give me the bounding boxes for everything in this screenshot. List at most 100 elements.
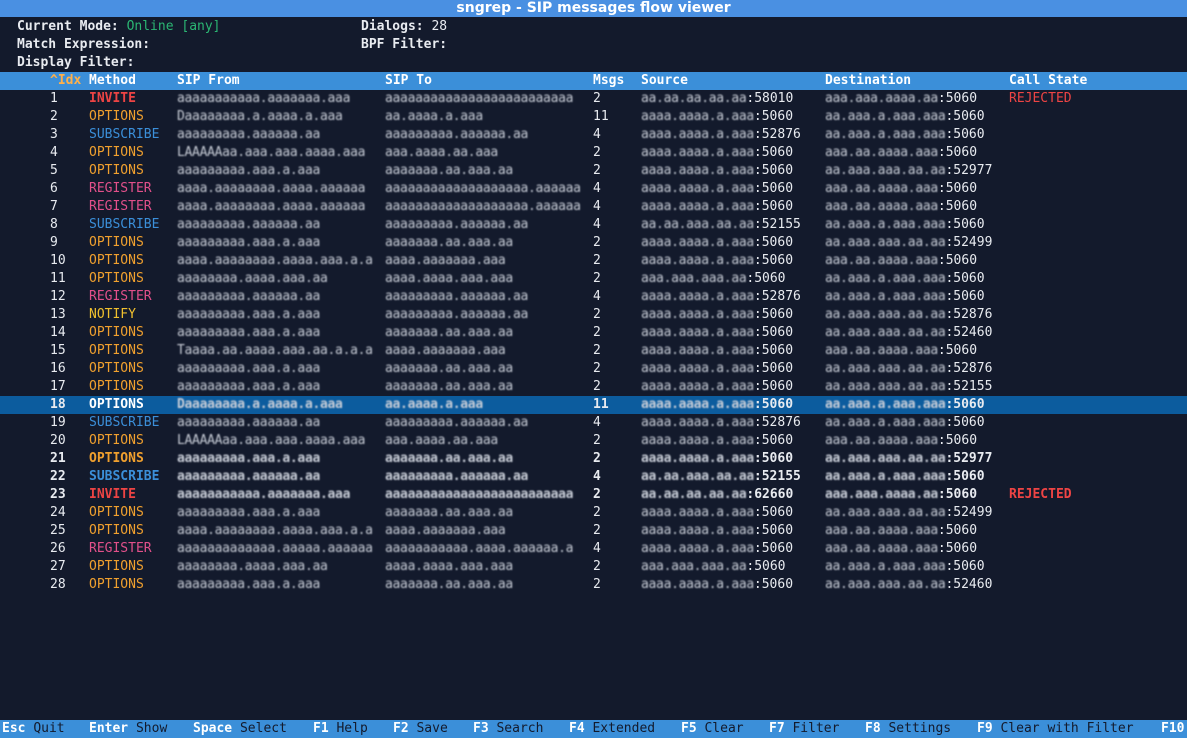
footer-key-f2[interactable]: F2 Save <box>393 720 448 738</box>
column-msgs[interactable]: Msgs <box>593 72 624 90</box>
dialog-row[interactable]: [ ]4OPTIONSLAAAAAaa.aaa.aaa.aaaa.aaaaaa.… <box>0 144 1187 162</box>
row-msgs: 2 <box>593 505 601 520</box>
row-sip-to: aaaaaaaaa.aaaaaa.aa <box>385 217 529 232</box>
footer-key-f4[interactable]: F4 Extended <box>569 720 655 738</box>
dialog-row[interactable]: [ ]14OPTIONSaaaaaaaaa.aaa.a.aaaaaaaaaa.a… <box>0 324 1187 342</box>
dialog-row[interactable]: [*]23INVITEaaaaaaaaaaa.aaaaaaa.aaaaaaaaa… <box>0 486 1187 504</box>
row-sip-to: aaaaaaa.aa.aaa.aa <box>385 361 513 376</box>
row-destination: aa.aaa.aaa.aa.aa:52977 <box>825 162 1007 180</box>
dialog-row[interactable]: [ ]2OPTIONSDaaaaaaaa.a.aaaa.a.aaaaa.aaaa… <box>0 108 1187 126</box>
dialog-row[interactable]: [*]18OPTIONSDaaaaaaaa.a.aaaa.a.aaaaa.aaa… <box>0 396 1187 414</box>
row-index: 26 <box>50 541 66 556</box>
dialog-row[interactable]: [ ]15OPTIONSTaaaa.aa.aaaa.aaa.aa.a.a.aaa… <box>0 342 1187 360</box>
row-source: aaaa.aaaa.a.aaa:5060 <box>641 144 823 162</box>
row-msgs: 2 <box>593 559 601 574</box>
dialog-row[interactable]: [ ]16OPTIONSaaaaaaaaa.aaa.a.aaaaaaaaaa.a… <box>0 360 1187 378</box>
footer-key-f7[interactable]: F7 Filter <box>769 720 839 738</box>
row-source: aa.aa.aaa.aa.aa:52155 <box>641 468 823 486</box>
row-source-ip: aa.aa.aaa.aa.aa <box>641 217 754 232</box>
dialog-row[interactable]: [ ]17OPTIONSaaaaaaaaa.aaa.a.aaaaaaaaaa.a… <box>0 378 1187 396</box>
row-source: aaa.aaa.aaa.aa:5060 <box>641 558 823 576</box>
dialog-row[interactable]: [*]22SUBSCRIBEaaaaaaaaa.aaaaaa.aaaaaaaaa… <box>0 468 1187 486</box>
row-msgs: 4 <box>593 181 601 196</box>
row-method: REGISTER <box>89 181 152 196</box>
row-source-port: :5060 <box>753 541 794 556</box>
row-source-port: :52876 <box>753 127 801 142</box>
column-sip-from[interactable]: SIP From <box>177 72 240 90</box>
column-method[interactable]: Method <box>89 72 136 90</box>
row-source-port: :5060 <box>753 199 794 214</box>
footer-key-f1[interactable]: F1 Help <box>313 720 368 738</box>
dialog-row[interactable]: [ ]19SUBSCRIBEaaaaaaaaa.aaaaaa.aaaaaaaaa… <box>0 414 1187 432</box>
dialog-row[interactable]: [ ]10OPTIONSaaaa.aaaaaaaa.aaaa.aaa.a.aaa… <box>0 252 1187 270</box>
row-source-port: :5060 <box>753 145 794 160</box>
dialog-row[interactable]: [ ]13NOTIFYaaaaaaaaa.aaa.a.aaaaaaaaaaaa.… <box>0 306 1187 324</box>
dialog-row[interactable]: [ ]7REGISTERaaaa.aaaaaaaa.aaaa.aaaaaaaaa… <box>0 198 1187 216</box>
dialog-row[interactable]: [ ]20OPTIONSLAAAAAaa.aaa.aaa.aaaa.aaaaaa… <box>0 432 1187 450</box>
row-source-ip: aaaa.aaaa.a.aaa <box>641 163 754 178</box>
footer-key-space[interactable]: Space Select <box>193 720 287 738</box>
row-destination: aaa.aa.aaaa.aaa:5060 <box>825 144 1007 162</box>
dialog-row[interactable]: [ ]8SUBSCRIBEaaaaaaaaa.aaaaaa.aaaaaaaaaa… <box>0 216 1187 234</box>
dialog-row[interactable]: [ ]1INVITEaaaaaaaaaaa.aaaaaaa.aaaaaaaaaa… <box>0 90 1187 108</box>
footer-key-enter[interactable]: Enter Show <box>89 720 167 738</box>
row-destination-port: :5060 <box>945 415 985 430</box>
column-call-state[interactable]: Call State <box>1009 72 1087 90</box>
display-filter[interactable]: Display Filter: <box>17 54 134 72</box>
row-destination-port: :5060 <box>945 271 985 286</box>
column-source[interactable]: Source <box>641 72 688 90</box>
dialog-row[interactable]: [ ]26REGISTERaaaaaaaaaaaaa.aaaaa.aaaaaaa… <box>0 540 1187 558</box>
row-source-port: :5060 <box>746 559 786 574</box>
row-destination-port: :5060 <box>937 181 978 196</box>
row-source: aaaa.aaaa.a.aaa:5060 <box>641 522 823 540</box>
row-source: aaaa.aaaa.a.aaa:5060 <box>641 324 823 342</box>
row-source-ip: aaa.aaa.aaa.aa <box>641 271 747 286</box>
row-source: aaaa.aaaa.a.aaa:5060 <box>641 378 823 396</box>
dialog-row[interactable]: [ ]28OPTIONSaaaaaaaaa.aaa.a.aaaaaaaaaa.a… <box>0 576 1187 594</box>
dialog-row[interactable]: [ ]12REGISTERaaaaaaaaa.aaaaaa.aaaaaaaaaa… <box>0 288 1187 306</box>
match-expression[interactable]: Match Expression: <box>17 36 150 54</box>
row-destination: aaa.aa.aaaa.aaa:5060 <box>825 342 1007 360</box>
column-idx[interactable]: ^Idx <box>50 72 81 90</box>
row-sip-from: Daaaaaaaa.a.aaaa.a.aaa <box>177 397 343 412</box>
row-index: 12 <box>50 289 66 304</box>
row-destination-ip: aa.aaa.a.aaa.aaa <box>825 109 946 124</box>
footer-key-action: Save <box>416 721 448 736</box>
column-sip-to[interactable]: SIP To <box>385 72 432 90</box>
row-source-ip: aaaa.aaaa.a.aaa <box>641 235 754 250</box>
dialog-row[interactable]: [ ]25OPTIONSaaaa.aaaaaaaa.aaaa.aaa.a.aaa… <box>0 522 1187 540</box>
footer-key-f8[interactable]: F8 Settings <box>865 720 951 738</box>
bpf-filter[interactable]: BPF Filter: <box>361 36 447 54</box>
dialog-row[interactable]: [*]21OPTIONSaaaaaaaaa.aaa.a.aaaaaaaaaa.a… <box>0 450 1187 468</box>
column-destination[interactable]: Destination <box>825 72 911 90</box>
dialog-row[interactable]: [ ]6REGISTERaaaa.aaaaaaaa.aaaa.aaaaaaaaa… <box>0 180 1187 198</box>
row-source-port: :52155 <box>753 469 801 484</box>
row-source-port: :5060 <box>753 361 794 376</box>
footer-key-esc[interactable]: Esc Quit <box>2 720 65 738</box>
row-destination-port: :5060 <box>937 433 978 448</box>
row-destination-ip: aa.aaa.aaa.aa.aa <box>825 379 946 394</box>
row-sip-to: aaaaaaa.aa.aaa.aa <box>385 163 513 178</box>
row-msgs: 2 <box>593 145 601 160</box>
dialog-row[interactable]: [ ]5OPTIONSaaaaaaaaa.aaa.a.aaaaaaaaaa.aa… <box>0 162 1187 180</box>
row-source-port: :5060 <box>753 163 794 178</box>
dialogs-value: 28 <box>431 19 448 34</box>
dialog-row[interactable]: [ ]11OPTIONSaaaaaaaa.aaaa.aaa.aaaaaa.aaa… <box>0 270 1187 288</box>
row-index: 24 <box>50 505 66 520</box>
row-sip-from: aaaaaaaaaaa.aaaaaaa.aaa <box>177 487 351 502</box>
dialog-row[interactable]: [ ]9OPTIONSaaaaaaaaa.aaa.a.aaaaaaaaaa.aa… <box>0 234 1187 252</box>
dialog-row[interactable]: [ ]27OPTIONSaaaaaaaa.aaaa.aaa.aaaaaa.aaa… <box>0 558 1187 576</box>
footer-key-f5[interactable]: F5 Clear <box>681 720 744 738</box>
match-expression-label: Match Expression: <box>17 37 151 52</box>
footer-key-f10[interactable]: F10 <box>1161 720 1184 738</box>
dialog-row[interactable]: [ ]3SUBSCRIBEaaaaaaaaa.aaaaaa.aaaaaaaaaa… <box>0 126 1187 144</box>
row-destination-ip: aa.aaa.aaa.aa.aa <box>825 307 946 322</box>
footer-key-f3[interactable]: F3 Search <box>473 720 543 738</box>
row-destination: aa.aaa.aaa.aa.aa:52876 <box>825 360 1007 378</box>
footer-key-f9[interactable]: F9 Clear with Filter <box>977 720 1134 738</box>
row-index: 16 <box>50 361 66 376</box>
row-sip-to: aaaaaaa.aa.aaa.aa <box>385 379 513 394</box>
row-index: 15 <box>50 343 66 358</box>
dialog-row[interactable]: [ ]24OPTIONSaaaaaaaaa.aaa.a.aaaaaaaaaa.a… <box>0 504 1187 522</box>
row-source-ip: aaaa.aaaa.a.aaa <box>641 343 754 358</box>
